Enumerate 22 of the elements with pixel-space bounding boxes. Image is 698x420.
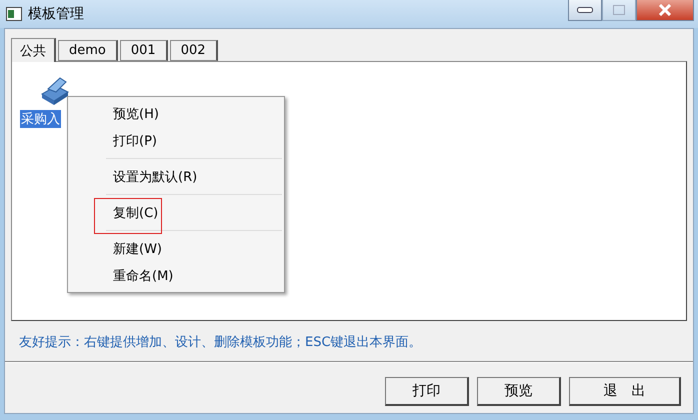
dialog-button[interactable]: 退 出: [569, 377, 681, 406]
menu-item[interactable]: 复制(C): [68, 199, 284, 226]
menu-item[interactable]: 设置为默认(R): [68, 163, 284, 190]
template-label[interactable]: 采购入: [20, 110, 61, 128]
close-button[interactable]: [636, 0, 694, 21]
maximize-icon: [613, 5, 625, 15]
close-icon: [658, 4, 672, 16]
menu-item[interactable]: 预览(H): [68, 100, 284, 127]
tab[interactable]: 001: [120, 40, 168, 61]
minimize-icon: [577, 7, 593, 13]
dialog-button[interactable]: 预览: [477, 377, 561, 406]
menu-item[interactable]: 重命名(M): [68, 262, 284, 289]
menu-item[interactable]: 新建(W): [68, 235, 284, 262]
tab[interactable]: 公共: [11, 38, 56, 62]
tab[interactable]: demo: [58, 40, 118, 61]
menu-item[interactable]: 打印(P): [68, 127, 284, 154]
tab[interactable]: 002: [170, 40, 218, 61]
dialog-button[interactable]: 打印: [385, 377, 469, 406]
window-title: 模板管理: [28, 5, 85, 23]
hint-text: 友好提示：右键提供增加、设计、删除模板功能；ESC键退出本界面。: [18, 334, 423, 351]
window-icon: [6, 7, 22, 21]
minimize-button[interactable]: [568, 0, 602, 21]
